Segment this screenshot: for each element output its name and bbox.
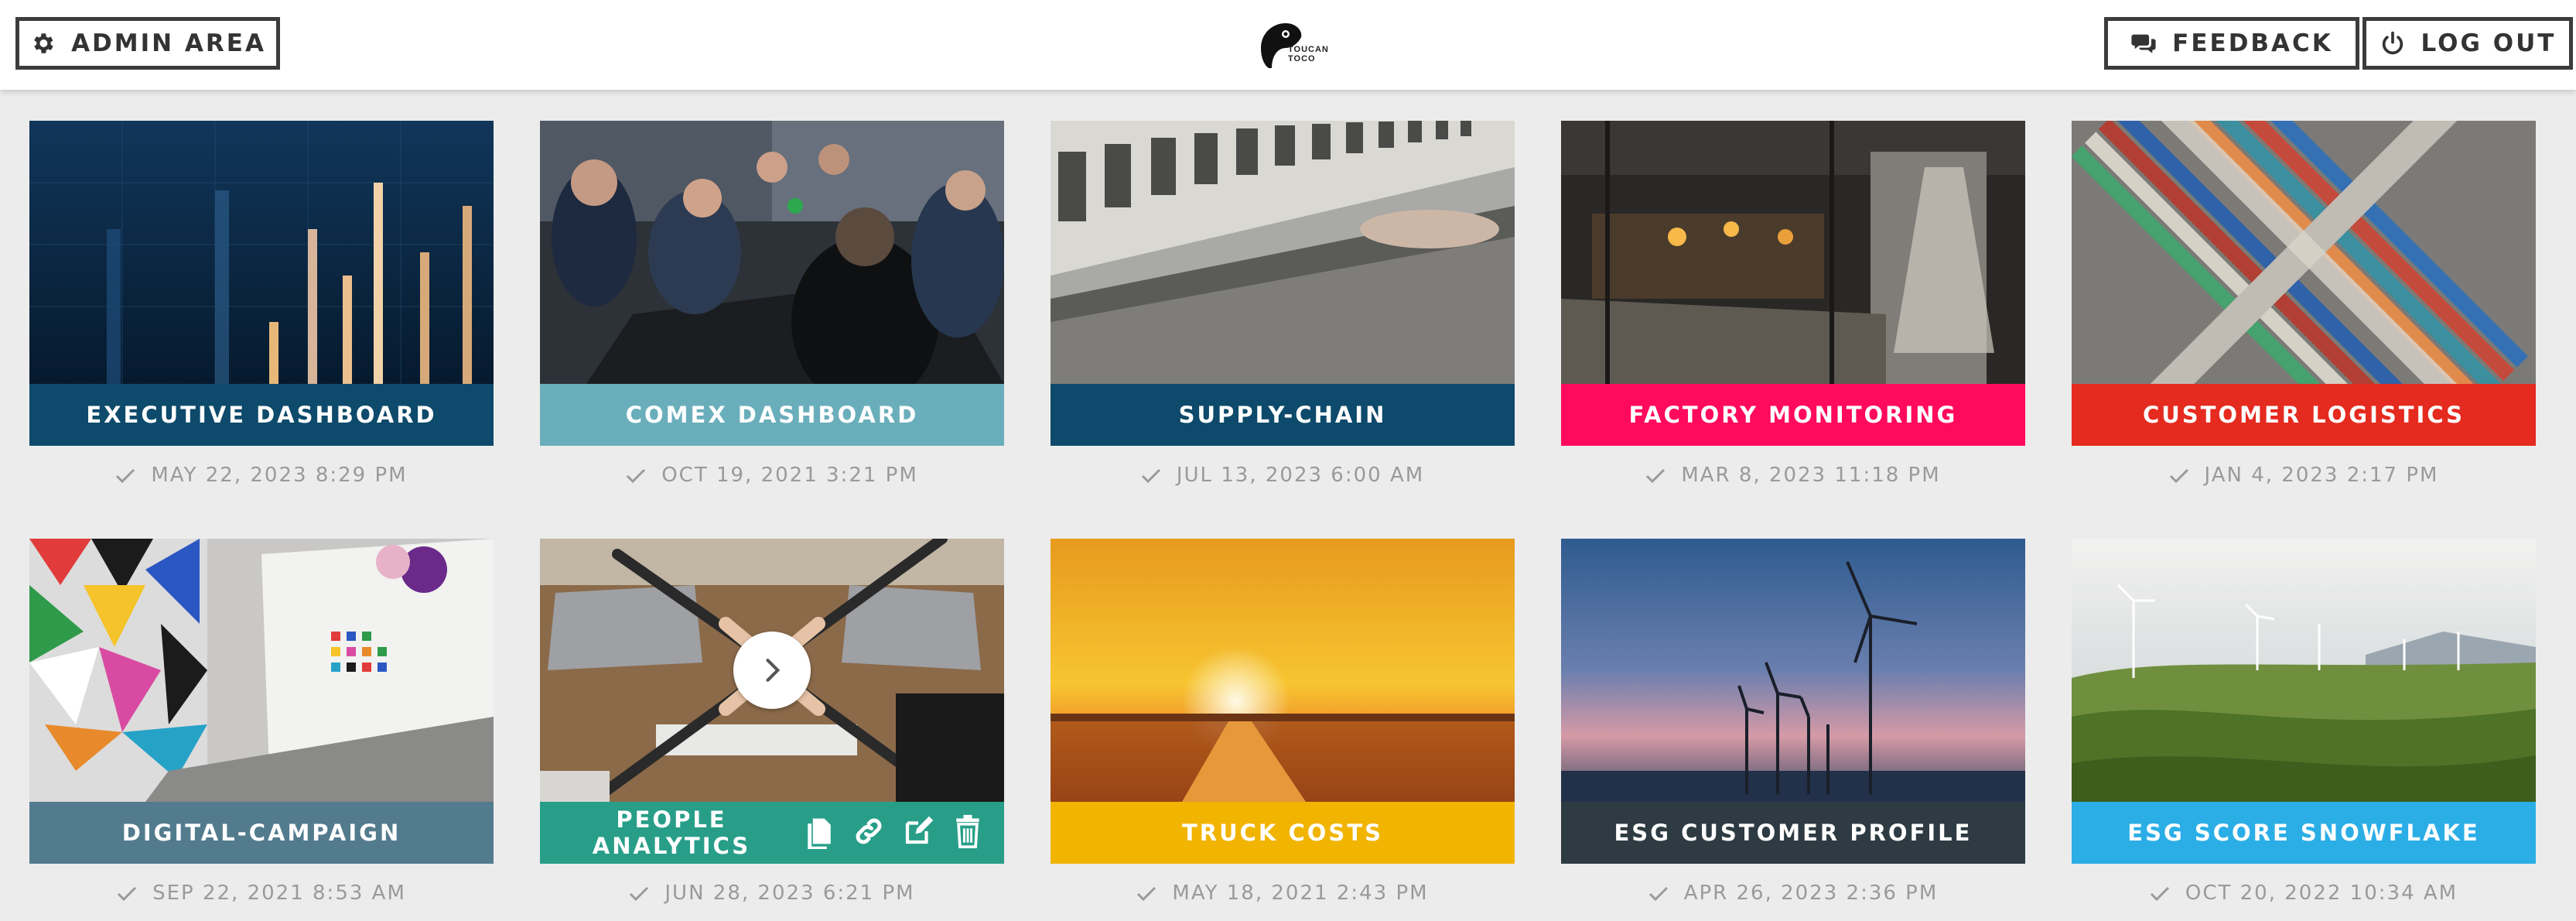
app-title-band: ESG SCORE SNOWFLAKE — [2072, 802, 2536, 864]
log-out-label: LOG OUT — [2421, 29, 2557, 57]
app-card-executive-dashboard[interactable]: EXECUTIVE DASHBOARD — [29, 121, 494, 446]
edit-button[interactable] — [902, 813, 934, 850]
app-card-comex-dashboard[interactable]: COMEX DASHBOARD — [540, 121, 1004, 446]
feedback-button[interactable]: FEEDBACK — [2104, 17, 2359, 70]
app-card-esg-customer-profile[interactable]: ESG CUSTOMER PROFILE — [1561, 539, 2025, 864]
duplicate-button[interactable] — [803, 813, 835, 850]
containers-photo — [2072, 121, 2536, 384]
app-date: SEP 22, 2021 8:53 AM — [29, 882, 494, 905]
check-icon — [630, 886, 649, 901]
check-icon — [118, 886, 137, 901]
app-card-digital-campaign[interactable]: DIGITAL-CAMPAIGN — [29, 539, 494, 864]
wind-turbines-hills-photo — [2072, 539, 2536, 802]
app-date: MAR 8, 2023 11:18 PM — [1561, 464, 2025, 487]
app-actions — [803, 813, 984, 850]
check-icon — [1646, 468, 1666, 483]
app-date: OCT 19, 2021 3:21 PM — [540, 464, 1004, 487]
app-title-band: TRUCK COSTS — [1051, 802, 1515, 864]
app-title-band: PEOPLE ANALYTICS — [540, 802, 1004, 864]
check-icon — [1141, 468, 1160, 483]
app-title-band: FACTORY MONITORING — [1561, 384, 2025, 446]
delete-button[interactable] — [951, 813, 984, 850]
factory-photo — [1561, 121, 2025, 384]
app-title-band: DIGITAL-CAMPAIGN — [29, 802, 494, 864]
admin-area-button[interactable]: ADMIN AREA — [15, 17, 280, 70]
machinery-photo — [1051, 121, 1515, 384]
app-title-band: SUPPLY-CHAIN — [1051, 384, 1515, 446]
admin-area-label: ADMIN AREA — [71, 29, 266, 57]
app-card-truck-costs[interactable]: TRUCK COSTS — [1051, 539, 1515, 864]
app-card-esg-score-snowflake[interactable]: ESG SCORE SNOWFLAKE — [2072, 539, 2536, 864]
chevron-right-icon — [766, 659, 781, 682]
open-app-button[interactable] — [733, 632, 811, 709]
app-date: JUL 13, 2023 6:00 AM — [1051, 464, 1515, 487]
check-icon — [1137, 886, 1156, 901]
sunset-road-photo — [1051, 539, 1515, 802]
app-card-customer-logistics[interactable]: CUSTOMER LOGISTICS — [2072, 121, 2536, 446]
app-date: JUN 28, 2023 6:21 PM — [540, 882, 1004, 905]
top-bar: ADMIN AREA TOUCAN TOCO FEEDBACK LOG OUT — [0, 0, 2576, 90]
app-date: MAY 18, 2021 2:43 PM — [1051, 882, 1515, 905]
trash-icon — [956, 814, 979, 848]
laptop-colors-photo — [29, 539, 494, 802]
check-icon — [627, 468, 646, 483]
app-title-band: CUSTOMER LOGISTICS — [2072, 384, 2536, 446]
check-icon — [1648, 886, 1668, 901]
app-card-supply-chain[interactable]: SUPPLY-CHAIN — [1051, 121, 1515, 446]
duplicate-icon — [808, 818, 831, 849]
feedback-label: FEEDBACK — [2172, 29, 2333, 57]
app-date: JAN 4, 2023 2:17 PM — [2072, 464, 2536, 487]
meeting-photo — [540, 121, 1004, 384]
copy-link-button[interactable] — [852, 813, 885, 850]
check-icon — [116, 468, 135, 483]
app-title-band: ESG CUSTOMER PROFILE — [1561, 802, 2025, 864]
link-icon — [856, 818, 882, 844]
power-icon — [2382, 31, 2403, 55]
logo-text: TOUCAN TOCO — [1288, 45, 1329, 63]
log-out-button[interactable]: LOG OUT — [2362, 17, 2573, 70]
gear-icon — [34, 33, 53, 53]
chat-bubbles-icon — [2131, 34, 2156, 53]
wind-turbines-sky-photo — [1561, 539, 2025, 802]
check-icon — [2169, 468, 2188, 483]
financial-chart-photo — [29, 121, 494, 384]
app-title: PEOPLE ANALYTICS — [592, 806, 751, 859]
app-date: APR 26, 2023 2:36 PM — [1561, 882, 2025, 905]
app-card-factory-monitoring[interactable]: FACTORY MONITORING — [1561, 121, 2025, 446]
edit-icon — [905, 816, 934, 844]
app-title-band: EXECUTIVE DASHBOARD — [29, 384, 494, 446]
check-icon — [2150, 886, 2169, 901]
app-date: MAY 22, 2023 8:29 PM — [29, 464, 494, 487]
app-card-people-analytics[interactable]: PEOPLE ANALYTICS — [540, 539, 1004, 864]
app-date: OCT 20, 2022 10:34 AM — [2072, 882, 2536, 905]
app-title-band: COMEX DASHBOARD — [540, 384, 1004, 446]
